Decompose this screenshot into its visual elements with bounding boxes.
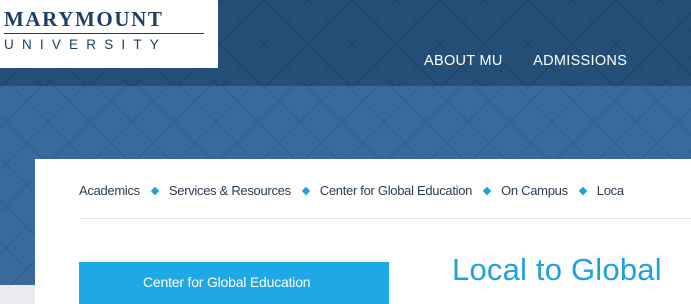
site-header: MARYMOUNT UNIVERSITY ABOUT MU ADMISSIONS bbox=[0, 0, 691, 86]
diamond-separator-icon bbox=[482, 186, 492, 196]
nav-about-mu[interactable]: ABOUT MU bbox=[424, 53, 503, 69]
breadcrumb-item-academics[interactable]: Academics bbox=[79, 183, 140, 198]
nav-admissions[interactable]: ADMISSIONS bbox=[533, 53, 627, 69]
page-title: Local to Global bbox=[452, 252, 662, 287]
breadcrumb-item-current: Loca bbox=[596, 183, 624, 198]
diamond-separator-icon bbox=[301, 186, 311, 196]
diamond-separator-icon bbox=[578, 186, 588, 196]
sidebar-heading-link[interactable]: Center for Global Education bbox=[79, 262, 389, 304]
sidebar-heading-label: Center for Global Education bbox=[143, 274, 311, 290]
logo-divider bbox=[4, 33, 204, 34]
university-logo[interactable]: MARYMOUNT UNIVERSITY bbox=[0, 0, 218, 68]
breadcrumb-item-center-global-education[interactable]: Center for Global Education bbox=[320, 183, 473, 198]
content-card: Academics Services & Resources Center for … bbox=[35, 159, 691, 304]
diamond-separator-icon bbox=[150, 186, 160, 196]
logo-subtitle: UNIVERSITY bbox=[4, 37, 168, 52]
main-nav: ABOUT MU ADMISSIONS bbox=[424, 52, 653, 70]
logo-wordmark: MARYMOUNT bbox=[4, 7, 164, 31]
breadcrumb-item-services-resources[interactable]: Services & Resources bbox=[169, 183, 291, 198]
breadcrumb: Academics Services & Resources Center for … bbox=[79, 183, 624, 198]
breadcrumb-item-on-campus[interactable]: On Campus bbox=[501, 183, 568, 198]
side-gutter bbox=[0, 285, 35, 304]
breadcrumb-divider bbox=[79, 218, 691, 219]
